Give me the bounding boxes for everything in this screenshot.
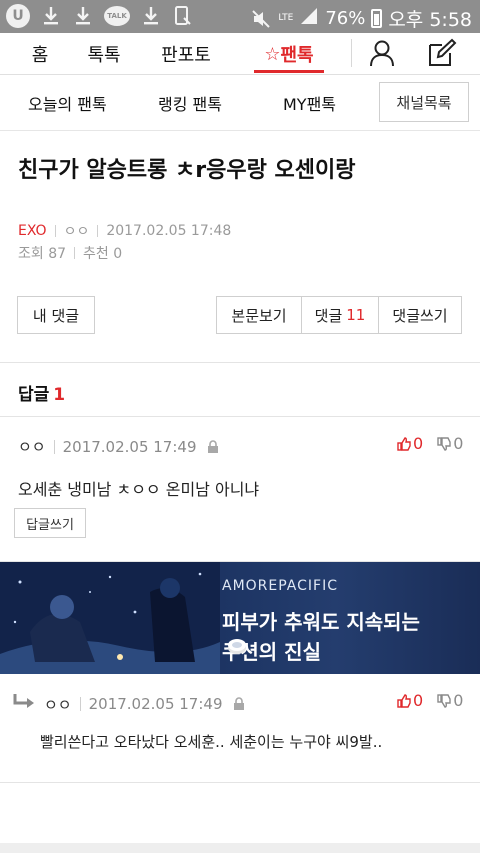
thumbs-up-icon — [397, 693, 411, 708]
user-icon[interactable] — [364, 35, 400, 71]
sub-nav: 오늘의 팬톡 랭킹 팬톡 MY팬톡 채널목록 — [0, 75, 480, 131]
comment-meta: ㅇㅇ 2017.02.05 17:49 — [18, 436, 219, 457]
reply-arrow-icon — [12, 693, 38, 715]
upvote-button[interactable]: 0 — [397, 434, 423, 453]
subnav-today-pantok[interactable]: 오늘의 팬톡 — [28, 75, 107, 131]
upvote-count: 0 — [413, 691, 424, 710]
clock: 오후 5:58 — [388, 9, 472, 31]
article-date: 2017.02.05 17:48 — [106, 223, 232, 239]
reply-meta: ㅇㅇ 2017.02.05 17:49 — [12, 693, 245, 715]
comment-date: 2017.02.05 17:49 — [62, 437, 197, 456]
divider — [0, 362, 480, 363]
upvote-count: 0 — [413, 434, 424, 453]
active-tab-indicator — [254, 70, 324, 73]
lock-icon — [233, 697, 245, 711]
banner-image — [0, 562, 220, 674]
download-icon — [72, 4, 94, 28]
recommend-count: 추천 0 — [83, 246, 123, 262]
meta-separator — [54, 225, 56, 237]
divider — [0, 782, 480, 783]
comment-author: ㅇㅇ — [44, 695, 72, 714]
thumbs-down-icon — [437, 436, 451, 451]
meta-separator — [79, 697, 81, 711]
ad-headline-1: 피부가 추워도 지속되는 — [222, 610, 420, 634]
battery-icon — [371, 9, 383, 28]
subnav-ranking-pantok[interactable]: 랭킹 팬톡 — [158, 75, 222, 131]
nav-divider — [351, 39, 352, 67]
kakaotalk-icon: TALK — [104, 6, 130, 26]
comment-votes: 0 0 — [397, 434, 463, 453]
cushion-compact-icon — [228, 639, 246, 654]
comments-label: 댓글 — [314, 306, 343, 325]
tab-panphoto[interactable]: 판포토 — [156, 33, 216, 75]
lock-icon — [207, 439, 219, 454]
category-link[interactable]: EXO — [18, 223, 47, 239]
article-title: 친구가 알승트롱 ㅊr응우랑 오센이랑 — [18, 158, 356, 183]
ad-banner[interactable]: AMOREPACIFIC 피부가 추워도 지속되는 쿠션의 진실 — [0, 562, 480, 674]
reply-write-button[interactable]: 답글쓰기 — [14, 508, 86, 538]
article-author: ㅇㅇ — [63, 224, 90, 240]
downvote-button[interactable]: 0 — [437, 691, 463, 710]
screenshot-icon — [172, 4, 194, 28]
u-plus-icon: U — [6, 4, 30, 28]
comments-button[interactable]: 댓글 11 — [301, 296, 379, 334]
downvote-count: 0 — [453, 434, 464, 453]
thumbs-down-icon — [437, 693, 451, 708]
replies-heading: 답글 1 — [18, 380, 65, 405]
top-nav: 홈 톡톡 판포토 ☆ 팬톡 — [0, 33, 480, 75]
replies-label: 답글 — [18, 385, 50, 405]
ad-brand: AMOREPACIFIC — [222, 578, 338, 594]
view-count: 조회 87 — [18, 246, 67, 262]
meta-separator — [74, 247, 76, 259]
divider — [0, 416, 480, 417]
article-meta: EXO ㅇㅇ 2017.02.05 17:48 — [18, 221, 231, 241]
my-comments-button[interactable]: 내 댓글 — [17, 296, 95, 334]
replies-count: 1 — [53, 385, 66, 405]
signal-icon — [299, 7, 319, 30]
tab-pantok[interactable]: ☆ 팬톡 — [254, 33, 324, 75]
comment-text: 오세춘 냉미남 ㅊㅇㅇ 온미남 아니냐 — [18, 480, 260, 499]
article-stats: 조회 87 추천 0 — [18, 243, 122, 263]
tab-home[interactable]: 홈 — [22, 33, 58, 75]
tab-toktok[interactable]: 톡톡 — [82, 33, 126, 75]
comments-count: 11 — [346, 306, 366, 324]
downvote-count: 0 — [453, 691, 464, 710]
thumbs-up-icon — [397, 436, 411, 451]
write-icon[interactable] — [424, 35, 460, 71]
write-comment-button[interactable]: 댓글쓰기 — [378, 296, 462, 334]
download-icon — [40, 4, 62, 28]
meta-separator — [53, 439, 55, 454]
star-icon: ☆ — [264, 43, 281, 65]
battery-percent: 76% — [325, 8, 366, 29]
comment-text: 빨리쓴다고 오타났다 오세훈.. 세춘이는 누구야 씨9발.. — [40, 733, 383, 751]
meta-separator — [97, 225, 99, 237]
upvote-button[interactable]: 0 — [397, 691, 423, 710]
lte-indicator: LTE — [278, 13, 294, 23]
channel-list-button[interactable]: 채널목록 — [379, 82, 469, 122]
bottom-strip — [0, 843, 480, 853]
mute-icon — [250, 7, 272, 31]
ad-headline-2: 쿠션의 진실 — [222, 636, 321, 665]
download-icon — [140, 4, 162, 28]
view-body-button[interactable]: 본문보기 — [216, 296, 302, 334]
downvote-button[interactable]: 0 — [437, 434, 463, 453]
comment-author: ㅇㅇ — [18, 438, 46, 456]
status-bar: U TALK LTE 76% 오후 5:58 — [0, 0, 480, 33]
comment-date: 2017.02.05 17:49 — [88, 695, 223, 713]
tab-pantok-label: 팬톡 — [280, 45, 314, 66]
comment-votes: 0 0 — [397, 691, 463, 710]
subnav-my-pantok[interactable]: MY팬톡 — [283, 75, 336, 131]
